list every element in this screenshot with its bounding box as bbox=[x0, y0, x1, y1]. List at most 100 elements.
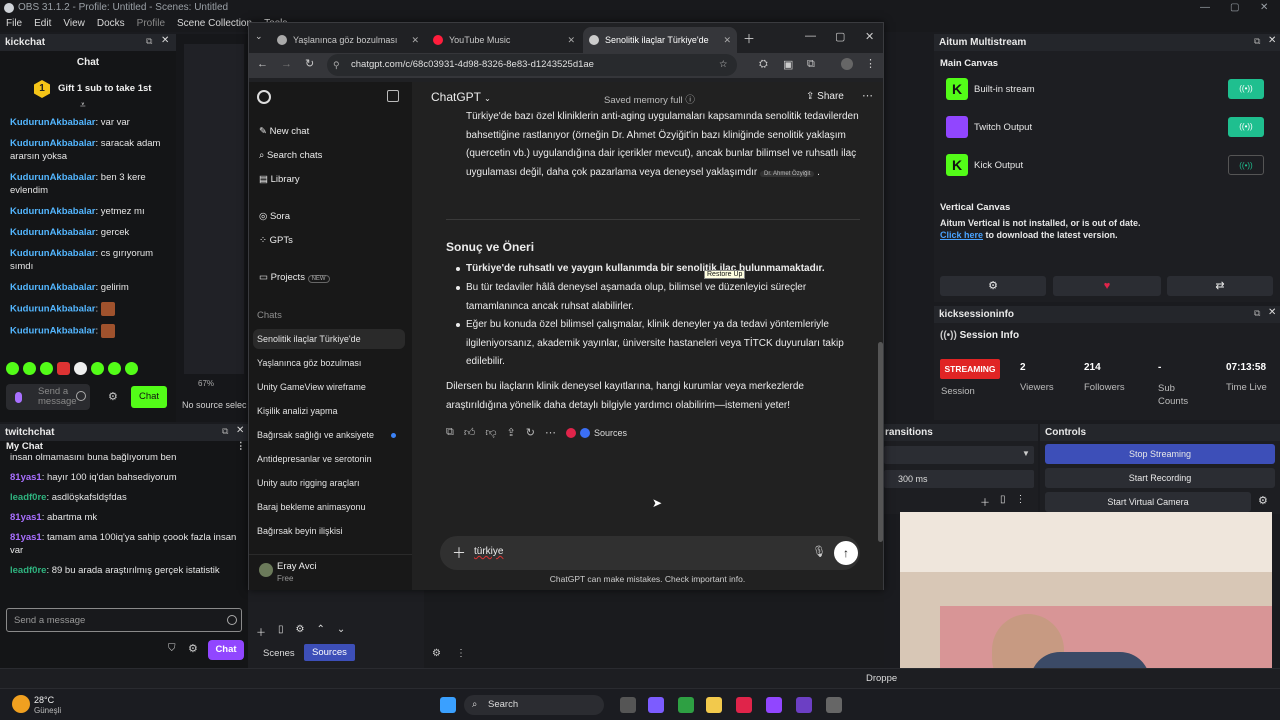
composer-input-text[interactable]: türkiye bbox=[474, 546, 503, 557]
sidebar-chat-item[interactable]: Bağırsak beyin ilişkisi bbox=[257, 526, 343, 536]
chat-username[interactable]: KudurunAkbabalar bbox=[10, 227, 96, 238]
settings-gear-icon[interactable]: ⚙ bbox=[940, 276, 1046, 296]
sidebar-new-chat[interactable]: ✎ New chat bbox=[259, 126, 309, 137]
tab-sources[interactable]: Sources bbox=[304, 644, 355, 661]
site-info-icon[interactable]: ⚲ bbox=[333, 54, 340, 76]
menu-scene-collection[interactable]: Scene Collection bbox=[171, 16, 258, 32]
reload-icon[interactable]: ↻ bbox=[305, 57, 314, 70]
emote-icon[interactable] bbox=[91, 362, 104, 375]
app-icon[interactable] bbox=[736, 697, 752, 713]
trash-icon[interactable]: ▯ bbox=[1000, 494, 1006, 509]
info-icon[interactable]: ⓘ bbox=[685, 95, 695, 106]
model-selector[interactable]: ChatGPT ⌄ bbox=[431, 90, 491, 104]
float-icon[interactable]: ⧉ bbox=[1254, 308, 1260, 319]
chat-username[interactable]: KudurunAkbabalar bbox=[10, 248, 96, 259]
chat-username[interactable]: KudurunAkbabalar bbox=[10, 282, 96, 293]
add-icon[interactable]: ＋ bbox=[256, 624, 266, 639]
tab-search-icon[interactable]: ⌄ bbox=[255, 31, 263, 42]
menu-docks[interactable]: Docks bbox=[91, 16, 131, 32]
thumbs-down-icon[interactable]: 👎︎ bbox=[485, 426, 496, 439]
sidebar-chat-item[interactable]: Baraj bekleme animasyonu bbox=[257, 502, 366, 512]
share-icon[interactable]: ⇄ bbox=[1167, 276, 1273, 296]
new-tab-icon[interactable]: ＋ bbox=[743, 30, 755, 47]
sidebar-chat-item[interactable]: Antidepresanlar ve serotonin bbox=[257, 454, 372, 464]
task-view-icon[interactable] bbox=[620, 697, 636, 713]
close-icon[interactable]: ✕ bbox=[161, 35, 169, 46]
emoji-icon[interactable] bbox=[76, 391, 86, 401]
trash-icon[interactable]: ▯ bbox=[278, 624, 284, 639]
sidebar-sora[interactable]: ◎ Sora bbox=[259, 211, 290, 222]
sidebar-chat-item[interactable]: Kişilik analizi yapma bbox=[257, 406, 338, 416]
heart-icon[interactable]: ♥ bbox=[1053, 276, 1161, 296]
message-composer[interactable]: ＋ türkiye 🎙︎ ↑ bbox=[440, 536, 860, 570]
chat-username[interactable]: leadf0re bbox=[10, 565, 46, 576]
file-explorer-icon[interactable] bbox=[706, 697, 722, 713]
profile-avatar[interactable] bbox=[841, 58, 853, 70]
chat-send-button[interactable]: Chat bbox=[208, 640, 244, 660]
settings-icon[interactable] bbox=[826, 697, 842, 713]
float-icon[interactable]: ⧉ bbox=[1254, 36, 1260, 47]
thumbs-up-icon[interactable]: 👍︎ bbox=[464, 426, 476, 439]
gear-icon[interactable]: ⚙ bbox=[296, 624, 305, 639]
sidebar-search[interactable]: ⌕ Search chats bbox=[259, 150, 322, 161]
more-icon[interactable]: ⋮ bbox=[865, 57, 876, 70]
start-recording-button[interactable]: Start Recording bbox=[1045, 468, 1275, 488]
attach-plus-icon[interactable]: ＋ bbox=[452, 543, 466, 563]
address-bar[interactable]: ⚲ chatgpt.com/c/68c03931-4d98-8326-8e83-… bbox=[327, 54, 737, 76]
close-tab-icon[interactable]: ✕ bbox=[723, 27, 731, 53]
sidebar-chat-item[interactable]: Senolitik ilaçlar Türkiye'de bbox=[257, 334, 361, 344]
transition-select[interactable]: ▼ bbox=[884, 446, 1034, 464]
back-icon[interactable]: ← bbox=[257, 58, 268, 70]
broadcast-toggle-icon[interactable]: ((•)) bbox=[1228, 79, 1264, 99]
settings-gear-icon[interactable]: ⚙ bbox=[108, 390, 118, 403]
sidebar-toggle-icon[interactable] bbox=[387, 90, 399, 102]
duration-input[interactable]: 300 ms bbox=[884, 470, 1034, 488]
menu-view[interactable]: View bbox=[57, 16, 91, 32]
browser-tab[interactable]: Yaşlanınca göz bozulması ✕ bbox=[271, 27, 425, 53]
chat-username[interactable]: 81yas1 bbox=[10, 512, 42, 523]
broadcast-toggle-icon[interactable]: ((•)) bbox=[1228, 117, 1264, 137]
broadcast-toggle-icon[interactable]: ((•)) bbox=[1228, 155, 1264, 175]
shield-icon[interactable]: ⛉ bbox=[168, 643, 176, 654]
close-icon[interactable]: ✕ bbox=[236, 425, 244, 436]
close-tab-icon[interactable]: ✕ bbox=[411, 27, 419, 53]
maximize-icon[interactable]: ▢ bbox=[1230, 0, 1239, 16]
emote-icon[interactable] bbox=[108, 362, 121, 375]
forward-icon[interactable]: → bbox=[281, 58, 292, 70]
close-window-icon[interactable]: ✕ bbox=[865, 30, 874, 43]
virtual-camera-settings-icon[interactable]: ⚙ bbox=[1258, 494, 1268, 507]
chat-username[interactable]: KudurunAkbabalar bbox=[10, 326, 96, 337]
close-tab-icon[interactable]: ✕ bbox=[567, 27, 575, 53]
chat-username[interactable]: 81yas1 bbox=[10, 532, 42, 543]
twitch-app-icon[interactable] bbox=[766, 697, 782, 713]
gift-banner[interactable]: 1 Gift 1 sub to take 1st ⩡ bbox=[0, 78, 176, 114]
user-profile[interactable]: Eray Avci Free bbox=[249, 554, 412, 590]
emote-icon[interactable] bbox=[23, 362, 36, 375]
emote-icon[interactable] bbox=[40, 362, 53, 375]
pin-icon[interactable]: ⩡ bbox=[80, 100, 86, 111]
emote-icon[interactable] bbox=[74, 362, 87, 375]
sidebar-chat-item[interactable]: Unity GameView wireframe bbox=[257, 382, 366, 392]
close-icon[interactable]: ✕ bbox=[1268, 35, 1276, 46]
sources-button[interactable]: Sources bbox=[565, 427, 627, 438]
stop-streaming-button[interactable]: Stop Streaming bbox=[1045, 444, 1275, 464]
more-icon[interactable]: ⋯ bbox=[862, 89, 873, 102]
minimize-icon[interactable]: — bbox=[1200, 0, 1210, 16]
float-icon[interactable]: ⧉ bbox=[146, 36, 152, 47]
weather-sun-icon[interactable] bbox=[12, 695, 30, 713]
extensions-puzzle-icon[interactable]: ⧉ bbox=[807, 58, 815, 71]
menu-file[interactable]: File bbox=[0, 16, 28, 32]
extension-icon[interactable]: ⛭ bbox=[759, 58, 768, 71]
sidebar-chat-item[interactable]: Bağırsak sağlığı ve anksiyete bbox=[257, 430, 374, 440]
visual-studio-icon[interactable] bbox=[796, 697, 812, 713]
chat-username[interactable]: KudurunAkbabalar bbox=[10, 304, 96, 315]
tab-scenes[interactable]: Scenes bbox=[256, 646, 302, 661]
more-icon[interactable]: ⋮ bbox=[1016, 494, 1026, 509]
start-virtual-camera-button[interactable]: Start Virtual Camera bbox=[1045, 492, 1251, 512]
maximize-icon[interactable]: ▢ bbox=[835, 30, 845, 43]
share-icon[interactable]: ⇪ bbox=[507, 426, 516, 439]
chat-username[interactable]: KudurunAkbabalar bbox=[10, 117, 96, 128]
more-icon[interactable]: ⋮ bbox=[456, 648, 466, 659]
close-icon[interactable]: ✕ bbox=[1268, 307, 1276, 318]
sidebar-chat-item[interactable]: Unity auto rigging araçları bbox=[257, 478, 360, 488]
